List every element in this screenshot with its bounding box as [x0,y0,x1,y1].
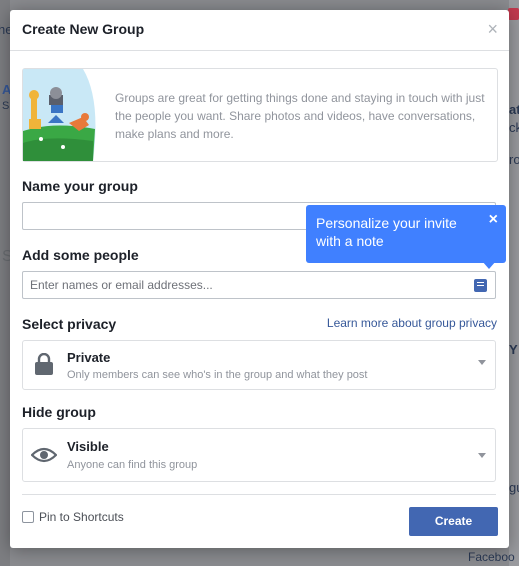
intro-box: Groups are great for getting things done… [22,68,498,162]
background-notification-badge [508,8,519,20]
bg-text-right-5: gu [509,480,519,495]
create-group-dialog: Create New Group × Groups are great for … [10,10,509,548]
footer-divider [22,494,496,495]
bg-text-right-6: Faceboo [468,550,515,564]
hide-group-label: Hide group [22,404,96,420]
learn-more-privacy-link[interactable]: Learn more about group privacy [327,316,497,330]
lock-icon [35,353,53,375]
add-people-input[interactable] [23,272,470,298]
chevron-down-icon [478,453,486,458]
visibility-selected-title: Visible [67,439,109,454]
name-group-label: Name your group [22,178,138,194]
bg-text-right-2: ck [509,120,519,135]
dialog-title: Create New Group [22,21,145,37]
visibility-select[interactable]: Visible Anyone can find this group [22,428,496,482]
create-button[interactable]: Create [409,507,498,536]
bg-text-left-3: S [2,100,10,112]
bg-text-right-4: Y [509,342,518,357]
bg-text-right-3: ro [509,152,519,167]
note-icon[interactable] [474,279,487,292]
bg-text-right-1: at [509,102,519,117]
intro-text: Groups are great for getting things done… [115,91,485,141]
pin-checkbox[interactable] [22,511,34,523]
eye-icon [31,447,57,463]
privacy-select[interactable]: Private Only members can see who's in th… [22,340,496,390]
dialog-header: Create New Group × [10,10,509,51]
invite-note-tooltip: Personalize your invite with a note × [306,205,506,269]
pin-label: Pin to Shortcuts [39,510,124,524]
privacy-selected-desc: Only members can see who's in the group … [67,369,368,381]
tooltip-text: Personalize your invite with a note [316,215,457,249]
tooltip-arrow [482,261,496,269]
select-privacy-label: Select privacy [22,316,117,332]
tooltip-close-icon[interactable]: × [489,212,498,228]
add-people-field[interactable] [22,271,496,299]
chevron-down-icon [478,360,486,365]
privacy-selected-title: Private [67,350,111,365]
visibility-selected-desc: Anyone can find this group [67,459,198,471]
close-icon[interactable]: × [487,19,498,39]
add-people-label: Add some people [22,247,139,263]
groups-illustration [23,69,96,161]
